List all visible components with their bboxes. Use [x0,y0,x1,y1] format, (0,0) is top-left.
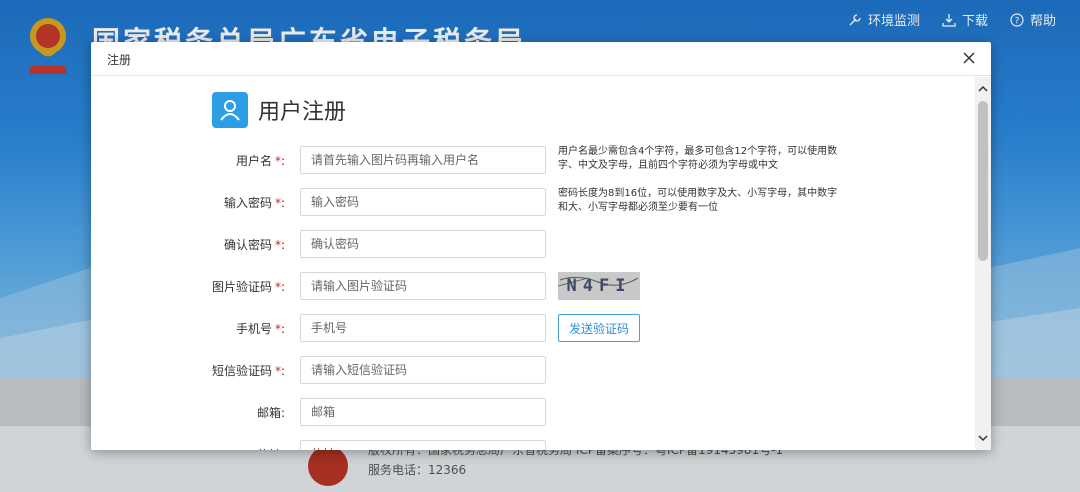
register-dialog: 注册 用户注册 用户名*: 用户名最少需包含4个字符，最多可包含12个字符，可以… [91,42,991,450]
username-input[interactable] [300,146,546,174]
captcha-input[interactable] [300,272,546,300]
register-heading: 用户注册 [212,92,346,128]
confirm-password-input[interactable] [300,230,546,258]
field-label: 输入密码 *: [223,196,285,210]
close-icon[interactable] [961,50,977,66]
phone-input[interactable] [300,314,546,342]
field-label: 短信验证码 *: [211,364,285,378]
field-label: 用户名 *: [235,154,285,168]
form-row-sms-code: 短信验证码 *: [91,356,975,384]
register-title: 用户注册 [258,100,347,125]
scroll-thumb[interactable] [978,101,988,261]
form-row-address: 住址: [91,440,975,450]
dialog-title: 注册 [107,53,132,67]
send-code-button[interactable]: 发送验证码 [558,314,640,342]
dialog-header: 注册 [91,42,991,76]
field-label: 确认密码 *: [223,238,285,252]
field-label: 图片验证码 *: [211,280,285,294]
dialog-body: 用户注册 用户名*: 用户名最少需包含4个字符，最多可包含12个字符，可以使用数… [91,77,975,450]
user-icon [212,92,248,128]
sms-code-input[interactable] [300,356,546,384]
field-label: 邮箱: [256,406,285,420]
email-input[interactable] [300,398,546,426]
field-label: 手机号 *: [235,322,285,336]
field-label: 住址: [257,446,285,450]
password-input[interactable] [300,188,546,216]
captcha-image[interactable]: N4FI [558,272,640,300]
form-row-confirm-password: 确认密码 *: [91,230,975,258]
form-row-phone: 手机号*: 发送验证码 [91,314,975,342]
dialog-scrollbar[interactable] [975,77,991,450]
form-row-captcha: 图片验证码*: N4FI [91,272,975,300]
username-hint: 用户名最少需包含4个字符，最多可包含12个字符，可以使用数字、中文及字母，且前四… [558,146,838,171]
scroll-down-icon[interactable] [975,430,991,446]
form-row-password: 输入密码 *: 密码长度为8到16位，可以使用数字及大、小写字母，其中数字和大、小… [91,188,975,216]
form-row-username: 用户名*: 用户名最少需包含4个字符，最多可包含12个字符，可以使用数字、中文及… [91,146,975,174]
scroll-up-icon[interactable] [975,81,991,97]
form-row-email: 邮箱: [91,398,975,426]
address-input[interactable] [300,440,546,450]
password-hint: 密码长度为8到16位，可以使用数字及大、小写字母，其中数字和大、小写字母都必须至… [558,188,838,213]
captcha-text: N4FI [566,276,632,296]
